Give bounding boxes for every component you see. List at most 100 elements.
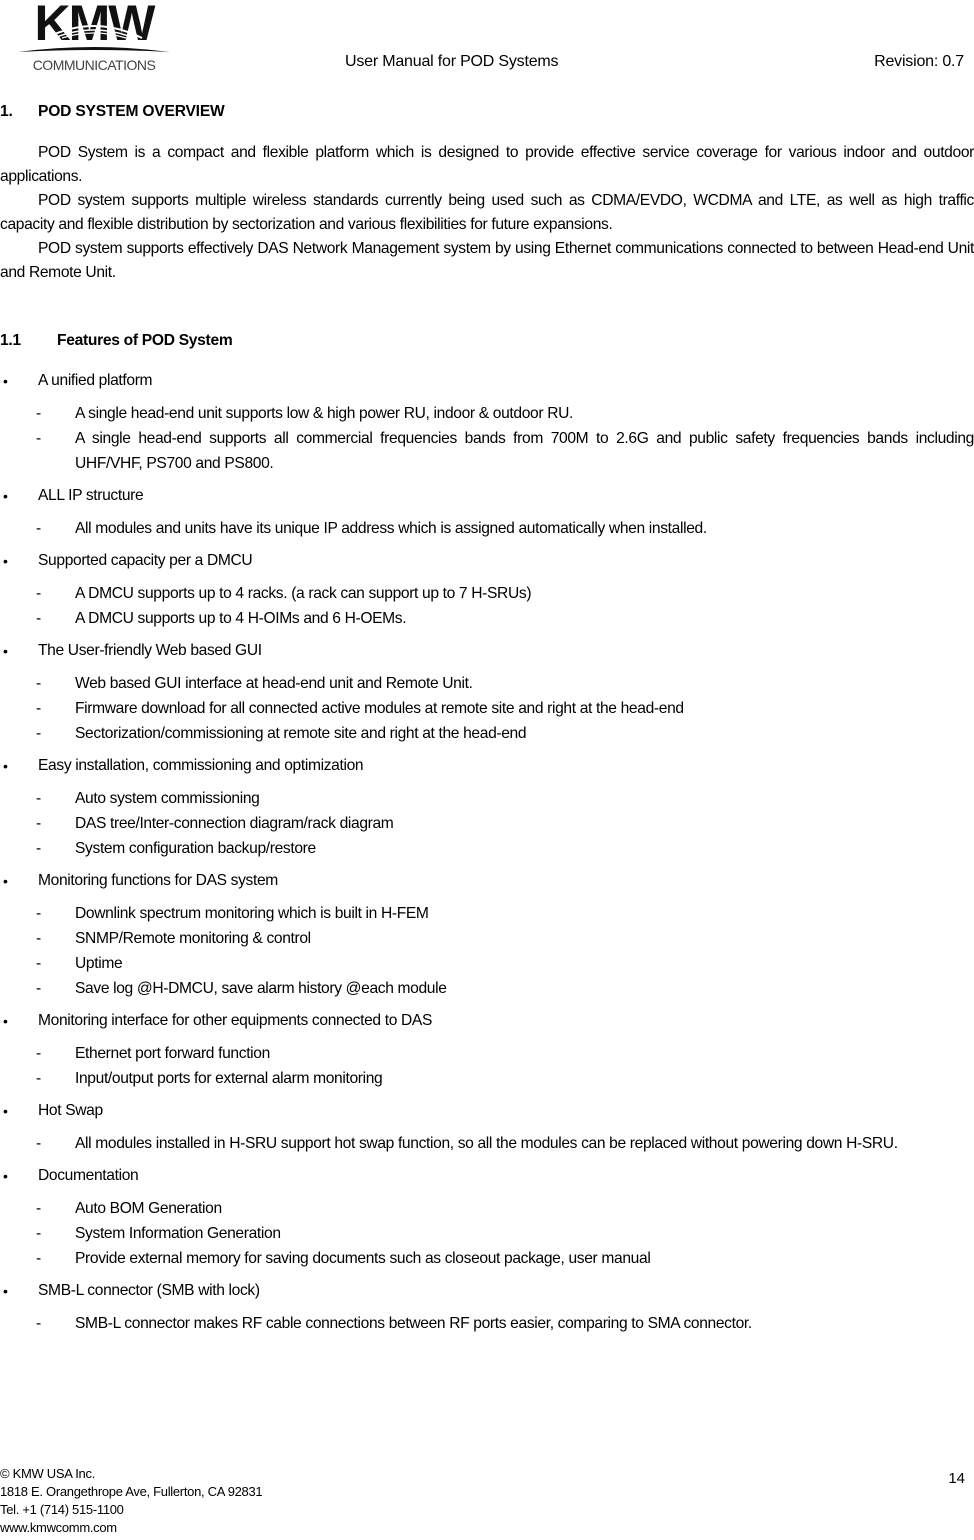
feature-sublist: - Ethernet port forward function - Input/ou… [0,1041,974,1091]
footer-address: © KMW USA Inc. 1818 E. Orangethrope Ave,… [0,1465,263,1537]
feature-subitem: - Sectorization/commissioning at remote s… [0,721,974,746]
document-title: User Manual for POD Systems [345,53,559,70]
feature-subitem-text: A single head-end supports all commercia… [75,430,974,472]
feature-item: • The User-friendly Web based GUI - Web bas… [0,639,974,746]
feature-bullet-row: • ALL IP structure [0,484,974,510]
dash-icon: - [36,790,41,807]
dash-icon: - [36,815,41,832]
feature-subitem-text: Downlink spectrum monitoring which is bu… [75,905,429,922]
feature-subitem: - Auto system commissioning [0,786,974,811]
intro-paragraph: POD system supports effectively DAS Netw… [0,240,974,281]
feature-subitem: - All modules installed in H-SRU support … [0,1131,974,1156]
feature-sublist: - All modules and units have its unique I… [0,516,974,541]
dash-icon: - [36,675,41,692]
dash-icon: - [36,1200,41,1217]
feature-bullet-row: • Documentation [0,1164,974,1190]
feature-subitem-text: DAS tree/Inter-connection diagram/rack d… [75,815,394,832]
kmw-logo-icon: KMW COMMUNICATIONS [18,0,170,73]
bullet-icon: • [3,758,8,774]
feature-subitem-text: A DMCU supports up to 4 H-OIMs and 6 H-O… [75,610,407,627]
feature-label: SMB-L connector (SMB with lock) [38,1282,260,1299]
subsection-title: Features of POD System [57,332,233,349]
feature-subitem: - System configuration backup/restore [0,836,974,861]
dash-icon: - [36,930,41,947]
feature-bullet-row: • Monitoring functions for DAS system [0,869,974,895]
feature-subitem-text: System configuration backup/restore [75,840,316,857]
feature-subitem: - Downlink spectrum monitoring which is b… [0,901,974,926]
bullet-icon: • [3,553,8,569]
bullet-icon: • [3,1168,8,1184]
bullet-icon: • [3,373,8,389]
feature-sublist: - All modules installed in H-SRU support … [0,1131,974,1156]
bullet-icon: • [3,1013,8,1029]
revision-label: Revision: 0.7 [874,53,964,70]
intro-paragraph: POD system supports multiple wireless st… [0,192,974,233]
feature-sublist: - SMB-L connector makes RF cable connecti… [0,1311,974,1336]
feature-sublist: - A DMCU supports up to 4 racks. (a rack … [0,581,974,631]
feature-sublist: - Downlink spectrum monitoring which is b… [0,901,974,1001]
feature-label: The User-friendly Web based GUI [38,642,262,659]
feature-bullet-row: • The User-friendly Web based GUI [0,639,974,665]
dash-icon: - [36,1135,41,1152]
bullet-icon: • [3,873,8,889]
feature-label: A unified platform [38,372,153,389]
page-number: 14 [948,1470,965,1487]
bullet-icon: • [3,1283,8,1299]
features-list: • A unified platform - A single head-end un… [0,369,974,1344]
feature-bullet-row: • Monitoring interface for other equipmen… [0,1009,974,1035]
dash-icon: - [36,980,41,997]
feature-bullet-row: • Hot Swap [0,1099,974,1125]
feature-subitem: - A single head-end unit supports low & h… [0,401,974,426]
feature-subitem: - Uptime [0,951,974,976]
subsection-number: 1.1 [0,332,21,349]
intro-paragraphs: POD System is a compact and flexible pla… [0,141,974,285]
dash-icon: - [36,700,41,717]
dash-icon: - [36,520,41,537]
feature-label: Supported capacity per a DMCU [38,552,253,569]
feature-bullet-row: • A unified platform [0,369,974,395]
feature-subitem-text: Sectorization/commissioning at remote si… [75,725,527,742]
feature-subitem: - Firmware download for all connected act… [0,696,974,721]
document-page: KMW COMMUNICATIONS User Manual for POD S… [0,0,974,1540]
footer-copyright: © KMW USA Inc. [0,1466,95,1481]
feature-bullet-row: • SMB-L connector (SMB with lock) [0,1279,974,1305]
feature-item: • Easy installation, commissioning and op… [0,754,974,861]
feature-item: • Hot Swap - All modules installed in H-SRU… [0,1099,974,1156]
feature-subitem: - SMB-L connector makes RF cable connecti… [0,1311,974,1336]
feature-subitem-text: Provide external memory for saving docum… [75,1250,651,1267]
feature-subitem-text: SNMP/Remote monitoring & control [75,930,311,947]
feature-subitem: - Ethernet port forward function [0,1041,974,1066]
bullet-icon: • [3,643,8,659]
feature-subitem: - A DMCU supports up to 4 racks. (a rack … [0,581,974,606]
section-number: 1. [0,103,13,120]
feature-subitem: - All modules and units have its unique I… [0,516,974,541]
feature-subitem-text: SMB-L connector makes RF cable connectio… [75,1315,752,1332]
dash-icon: - [36,430,41,447]
dash-icon: - [36,1070,41,1087]
footer-street: 1818 E. Orangethrope Ave, Fullerton, CA … [0,1484,263,1499]
dash-icon: - [36,405,41,422]
subsection-heading: 1.1 Features of POD System [0,332,233,350]
feature-label: Easy installation, commissioning and opt… [38,757,364,774]
feature-subitem-text: Save log @H-DMCU, save alarm history @ea… [75,980,447,997]
feature-item: • ALL IP structure - All modules and units … [0,484,974,541]
footer-phone: Tel. +1 (714) 515-1100 [0,1502,124,1517]
feature-bullet-row: • Supported capacity per a DMCU [0,549,974,575]
feature-item: • A unified platform - A single head-end un… [0,369,974,476]
logo-subtext: COMMUNICATIONS [33,57,156,73]
footer-website[interactable]: www.kmwcomm.com [0,1519,262,1537]
feature-item: • SMB-L connector (SMB with lock) - SMB-L c… [0,1279,974,1336]
feature-subitem: - Save log @H-DMCU, save alarm history @e… [0,976,974,1001]
feature-subitem-text: All modules and units have its unique IP… [75,520,707,537]
dash-icon: - [36,1225,41,1242]
feature-subitem: - Web based GUI interface at head-end uni… [0,671,974,696]
dash-icon: - [36,1250,41,1267]
feature-subitem-text: Ethernet port forward function [75,1045,270,1062]
intro-paragraph: POD System is a compact and flexible pla… [0,144,974,185]
dash-icon: - [36,725,41,742]
feature-item: • Monitoring interface for other equipmen… [0,1009,974,1091]
feature-subitem-text: A DMCU supports up to 4 racks. (a rack c… [75,585,532,602]
dash-icon: - [36,840,41,857]
dash-icon: - [36,1045,41,1062]
feature-item: • Monitoring functions for DAS system - Dow… [0,869,974,1001]
